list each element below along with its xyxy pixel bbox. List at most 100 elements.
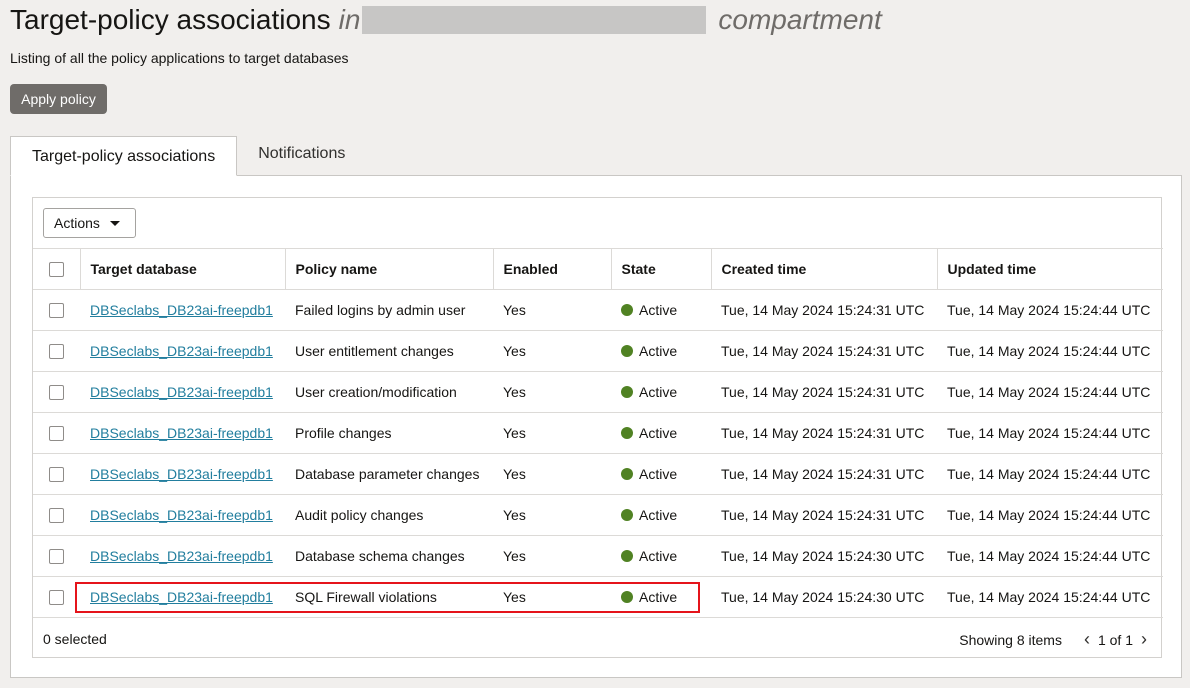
row-checkbox[interactable] xyxy=(49,426,64,442)
active-status-dot-icon xyxy=(621,591,633,603)
column-header-enabled[interactable]: Enabled xyxy=(493,248,612,290)
row-checkbox[interactable] xyxy=(49,303,64,319)
created-time-cell: Tue, 14 May 2024 15:24:30 UTC xyxy=(711,576,937,618)
state-cell: Active xyxy=(611,371,711,413)
table-row: DBSeclabs_DB23ai-freepdb1 User entitleme… xyxy=(33,330,1163,372)
updated-time-cell: Tue, 14 May 2024 15:24:44 UTC xyxy=(937,535,1163,577)
enabled-cell: Yes xyxy=(493,576,611,618)
state-label: Active xyxy=(639,425,678,441)
state-label: Active xyxy=(639,384,678,400)
column-header-updated-time[interactable]: Updated time xyxy=(937,248,1163,290)
page-title-compartment: compartment xyxy=(718,4,882,35)
updated-time-cell: Tue, 14 May 2024 15:24:44 UTC xyxy=(937,412,1163,454)
policy-name-cell: Failed logins by admin user xyxy=(285,289,493,331)
target-database-link[interactable]: DBSeclabs_DB23ai-freepdb1 xyxy=(90,548,273,564)
row-select-cell xyxy=(33,494,80,536)
row-checkbox[interactable] xyxy=(49,590,64,606)
row-select-cell xyxy=(33,412,80,454)
policy-name-cell: SQL Firewall violations xyxy=(285,576,493,618)
row-select-cell xyxy=(33,289,80,331)
select-all-checkbox[interactable] xyxy=(48,262,64,278)
state-cell: Active xyxy=(611,576,711,618)
created-time-cell: Tue, 14 May 2024 15:24:30 UTC xyxy=(711,535,937,577)
tab-bar: Target-policy associations Notifications xyxy=(10,136,366,176)
created-time-cell: Tue, 14 May 2024 15:24:31 UTC xyxy=(711,289,937,331)
row-checkbox[interactable] xyxy=(49,385,64,401)
policy-name-cell: Audit policy changes xyxy=(285,494,493,536)
active-status-dot-icon xyxy=(621,509,633,521)
tab-notifications[interactable]: Notifications xyxy=(237,136,366,176)
target-database-link[interactable]: DBSeclabs_DB23ai-freepdb1 xyxy=(90,425,273,441)
enabled-cell: Yes xyxy=(493,494,611,536)
created-time-cell: Tue, 14 May 2024 15:24:31 UTC xyxy=(711,330,937,372)
target-database-link[interactable]: DBSeclabs_DB23ai-freepdb1 xyxy=(90,589,273,605)
apply-policy-button[interactable]: Apply policy xyxy=(10,84,107,114)
select-all-cell xyxy=(33,248,81,290)
policy-name-cell: User creation/modification xyxy=(285,371,493,413)
state-cell: Active xyxy=(611,494,711,536)
target-database-cell: DBSeclabs_DB23ai-freepdb1 xyxy=(80,412,285,454)
table-row: DBSeclabs_DB23ai-freepdb1 Profile change… xyxy=(33,412,1163,454)
row-select-cell xyxy=(33,330,80,372)
target-database-cell: DBSeclabs_DB23ai-freepdb1 xyxy=(80,535,285,577)
tab-target-policy-associations[interactable]: Target-policy associations xyxy=(10,136,238,176)
row-checkbox[interactable] xyxy=(49,467,64,483)
updated-time-cell: Tue, 14 May 2024 15:24:44 UTC xyxy=(937,371,1163,413)
page-title-text: Target-policy associations xyxy=(10,4,331,35)
table-row: DBSeclabs_DB23ai-freepdb1 User creation/… xyxy=(33,371,1163,413)
chevron-right-icon[interactable]: › xyxy=(1137,629,1151,650)
row-checkbox[interactable] xyxy=(49,508,64,524)
active-status-dot-icon xyxy=(621,550,633,562)
target-database-link[interactable]: DBSeclabs_DB23ai-freepdb1 xyxy=(90,384,273,400)
page-subtitle: Listing of all the policy applications t… xyxy=(10,50,349,66)
enabled-cell: Yes xyxy=(493,371,611,413)
state-label: Active xyxy=(639,466,678,482)
target-database-link[interactable]: DBSeclabs_DB23ai-freepdb1 xyxy=(90,466,273,482)
state-label: Active xyxy=(639,589,678,605)
table-row: DBSeclabs_DB23ai-freepdb1 Database param… xyxy=(33,453,1163,495)
target-database-cell: DBSeclabs_DB23ai-freepdb1 xyxy=(80,576,285,618)
policy-name-cell: Profile changes xyxy=(285,412,493,454)
state-cell: Active xyxy=(611,453,711,495)
chevron-left-icon[interactable]: ‹ xyxy=(1080,629,1094,650)
target-database-link[interactable]: DBSeclabs_DB23ai-freepdb1 xyxy=(90,302,273,318)
column-header-target-database[interactable]: Target database xyxy=(80,248,286,290)
row-select-cell xyxy=(33,453,80,495)
state-cell: Active xyxy=(611,412,711,454)
enabled-cell: Yes xyxy=(493,453,611,495)
column-header-policy-name[interactable]: Policy name xyxy=(285,248,494,290)
state-label: Active xyxy=(639,507,678,523)
policy-name-cell: Database parameter changes xyxy=(285,453,493,495)
tab-panel: Actions Target database Policy name Enab… xyxy=(10,175,1182,678)
target-database-cell: DBSeclabs_DB23ai-freepdb1 xyxy=(80,289,285,331)
target-database-cell: DBSeclabs_DB23ai-freepdb1 xyxy=(80,330,285,372)
page-indicator: 1 of 1 xyxy=(1097,631,1133,648)
associations-table: Target database Policy name Enabled Stat… xyxy=(33,248,1163,618)
updated-time-cell: Tue, 14 May 2024 15:24:44 UTC xyxy=(937,576,1163,618)
enabled-cell: Yes xyxy=(493,289,611,331)
active-status-dot-icon xyxy=(621,427,633,439)
state-label: Active xyxy=(639,548,678,564)
showing-items: Showing 8 items xyxy=(959,631,1062,648)
target-database-link[interactable]: DBSeclabs_DB23ai-freepdb1 xyxy=(90,343,273,359)
row-checkbox[interactable] xyxy=(49,549,64,565)
page-title-in: in xyxy=(338,4,361,35)
target-database-cell: DBSeclabs_DB23ai-freepdb1 xyxy=(80,494,285,536)
updated-time-cell: Tue, 14 May 2024 15:24:44 UTC xyxy=(937,453,1163,495)
page-header: Target-policy associations in compartmen… xyxy=(10,4,1180,44)
state-cell: Active xyxy=(611,535,711,577)
actions-label: Actions xyxy=(54,215,100,231)
actions-menu-button[interactable]: Actions xyxy=(43,208,136,238)
active-status-dot-icon xyxy=(621,386,633,398)
table-row: DBSeclabs_DB23ai-freepdb1 Database schem… xyxy=(33,535,1163,577)
column-header-state[interactable]: State xyxy=(611,248,712,290)
page-title: Target-policy associations in compartmen… xyxy=(10,4,1180,36)
active-status-dot-icon xyxy=(621,345,633,357)
target-database-link[interactable]: DBSeclabs_DB23ai-freepdb1 xyxy=(90,507,273,523)
column-header-created-time[interactable]: Created time xyxy=(711,248,938,290)
table-header-row: Target database Policy name Enabled Stat… xyxy=(33,248,1163,290)
row-checkbox[interactable] xyxy=(49,344,64,360)
created-time-cell: Tue, 14 May 2024 15:24:31 UTC xyxy=(711,371,937,413)
table-row: DBSeclabs_DB23ai-freepdb1 SQL Firewall v… xyxy=(33,576,1163,618)
caret-down-icon xyxy=(109,220,120,226)
